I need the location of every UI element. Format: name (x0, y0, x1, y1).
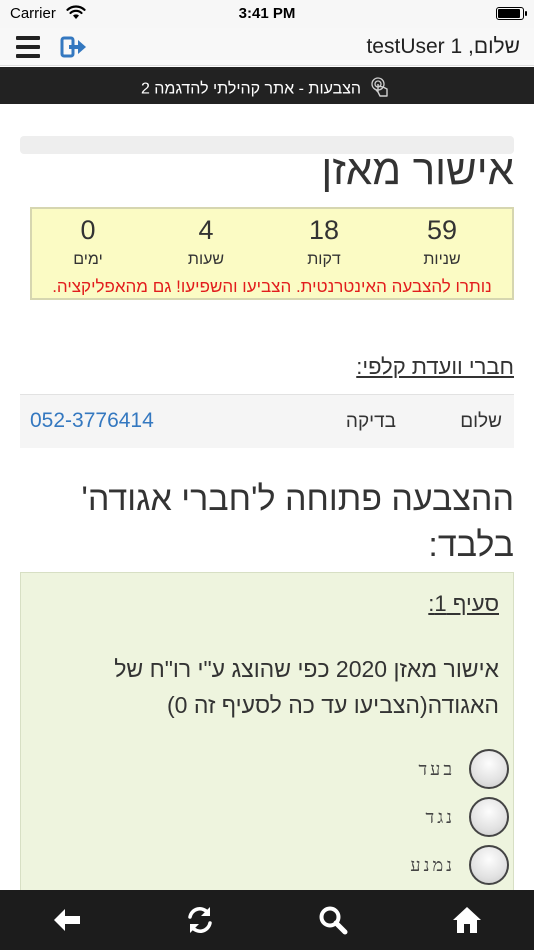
battery-level (498, 9, 520, 18)
member-first-name: שלום (460, 411, 502, 432)
logout-icon[interactable] (60, 35, 88, 64)
option-label: בעד (418, 759, 455, 780)
committee-member-row: שלום בדיקה 052-3776414 (20, 394, 514, 448)
vote-option-against[interactable]: נגד (309, 797, 509, 839)
member-phone-link[interactable]: 052-3776414 (30, 409, 154, 433)
vote-section: סעיף 1: אישור מאזן 2020 כפי שהוצג ע"י רו… (20, 572, 514, 902)
status-time: 3:41 PM (238, 5, 296, 22)
countdown-value: 0 (80, 215, 96, 245)
countdown-value: 4 (198, 215, 214, 245)
countdown-days: 0 ימים (38, 213, 138, 269)
member-last-name: בדיקה (345, 411, 396, 432)
app-header: שלום, testUser 1 (0, 28, 534, 66)
countdown-box: 59 שניות 18 דקות 4 שעות 0 ימים נותרו להצ… (30, 207, 514, 300)
countdown-message: נותרו להצבעה האינטרנטית. הצביעו והשפיעו!… (52, 277, 492, 296)
touch-icon (369, 76, 393, 103)
option-label: נגד (425, 807, 455, 828)
user-greeting: שלום, testUser 1 (366, 35, 520, 58)
battery-icon (496, 7, 527, 20)
countdown-seconds: 59 שניות (392, 213, 492, 269)
countdown-label: שניות (423, 251, 461, 268)
hamburger-menu-icon[interactable] (16, 36, 40, 58)
countdown-minutes: 18 דקות (274, 213, 374, 269)
countdown-value: 18 (308, 215, 340, 245)
countdown-value: 59 (426, 215, 458, 245)
site-title: הצבעות - אתר קהילתי להדגמה 2 (140, 80, 362, 98)
option-label: נמנע (410, 855, 455, 876)
countdown-label: דקות (307, 251, 341, 268)
vote-option-for[interactable]: בעד (309, 749, 509, 791)
page-title: אישור מאזן (321, 146, 514, 193)
radio-button[interactable] (469, 749, 509, 789)
countdown-label: ימים (73, 251, 103, 268)
status-bar: Carrier 3:41 PM (0, 0, 534, 28)
vote-heading: ההצבעה פתוחה ל'חברי אגודה' בלבד: (81, 480, 514, 564)
home-icon[interactable] (449, 904, 485, 936)
countdown-hours: 4 שעות (156, 213, 256, 269)
radio-button[interactable] (469, 797, 509, 837)
committee-title: חברי וועדת קלפי: (356, 354, 514, 379)
refresh-icon[interactable] (182, 904, 218, 936)
bottom-toolbar (0, 890, 534, 950)
back-arrow-icon[interactable] (49, 904, 85, 936)
section-description: אישור מאזן 2020 כפי שהוצג ע"י רו"ח של הא… (114, 656, 499, 718)
section-title: סעיף 1: (428, 591, 499, 616)
countdown-label: שעות (187, 251, 225, 268)
vote-option-abstain[interactable]: נמנע (309, 845, 509, 887)
radio-button[interactable] (469, 845, 509, 885)
search-icon[interactable] (315, 904, 351, 936)
site-title-bar: הצבעות - אתר קהילתי להדגמה 2 (0, 67, 534, 104)
